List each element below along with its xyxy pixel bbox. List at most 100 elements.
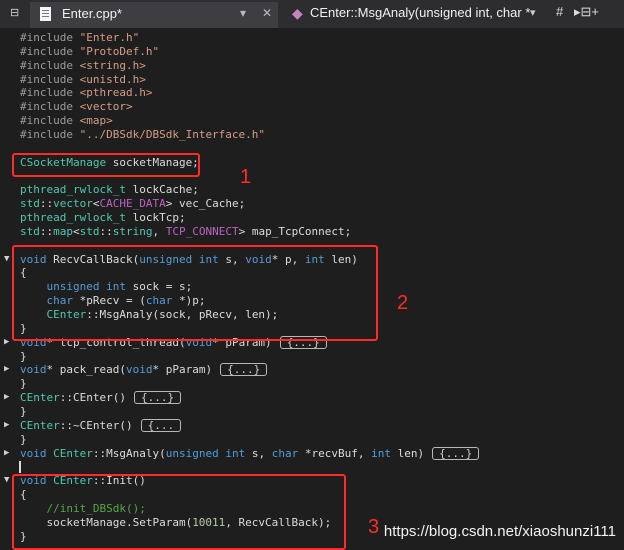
fold-collapsed-icon[interactable]: ▶ (4, 420, 9, 430)
code-token: > map_TcpConnect; (238, 224, 352, 238)
code-token: } (20, 432, 27, 446)
code-line[interactable]: CEnter::~CEnter() {... (20, 418, 182, 433)
collapsed-region-indicator[interactable]: {...} (432, 446, 480, 460)
code-token: } (20, 349, 27, 363)
code-token: lockTcp; (125, 211, 186, 225)
code-token: len) (390, 446, 425, 460)
code-line[interactable]: } (20, 433, 27, 447)
code-token: vector (53, 197, 93, 211)
code-token: <unistd.h> (79, 72, 146, 86)
fold-collapsed-icon[interactable]: ▶ (4, 392, 9, 402)
code-token: void (20, 363, 47, 377)
code-token: :: (39, 197, 54, 211)
tab-close-icon[interactable]: ✕ (262, 6, 272, 20)
code-token: #include (20, 114, 80, 128)
code-line[interactable]: } (20, 377, 27, 391)
annotation-number-1: 1 (240, 166, 252, 188)
collapsed-region-indicator[interactable]: {...} (220, 363, 268, 377)
collapsed-region-indicator[interactable]: {... (140, 418, 182, 432)
code-token: ::~CEnter() (59, 418, 133, 432)
code-token: <map> (79, 114, 113, 128)
code-line[interactable]: std::map<std::string, TCP_CONNECT> map_T… (20, 225, 351, 239)
code-token: pthread_rwlock_t (20, 211, 126, 225)
text-cursor (19, 461, 21, 474)
code-token: :: (99, 224, 113, 238)
code-token: CEnter (20, 418, 60, 432)
code-token: #include (20, 72, 80, 86)
code-token: } (20, 404, 27, 418)
hash-button[interactable]: # (556, 4, 563, 19)
code-token: < (92, 197, 100, 211)
collapsed-region-indicator[interactable]: {...} (133, 391, 182, 405)
code-token: *recvBuf, (298, 446, 372, 460)
code-token: } (20, 377, 27, 391)
code-token: #include (20, 86, 80, 100)
code-line[interactable]: #include <vector> (20, 100, 133, 114)
code-token: map (53, 224, 73, 238)
member-navigation-dropdown[interactable]: ◆ CEnter::MsgAnaly(unsigned int, char *.… (290, 2, 548, 26)
code-line[interactable]: std::vector<CACHE_DATA> vec_Cache; (20, 197, 245, 211)
code-token: "ProtoDef.h" (79, 44, 160, 58)
code-line[interactable]: #include "Enter.h" (20, 31, 139, 45)
code-token: "../DBSdk/DBSdk_Interface.h" (79, 127, 266, 141)
code-token: pthread_rwlock_t (20, 183, 126, 197)
file-tab-label: Enter.cpp* (62, 6, 122, 21)
code-token: std (20, 197, 40, 211)
code-token: std (79, 224, 100, 238)
code-token: s, (245, 446, 272, 460)
code-token: CEnter (20, 391, 60, 405)
code-line[interactable]: #include "../DBSdk/DBSdk_Interface.h" (20, 128, 265, 142)
code-token: * pParam) (152, 363, 213, 377)
code-token: #include (20, 58, 80, 72)
code-line[interactable]: #include "ProtoDef.h" (20, 45, 159, 59)
highlight-box-1 (12, 153, 200, 177)
code-token: <pthread.h> (79, 86, 153, 100)
code-token: std (20, 224, 40, 238)
code-line[interactable]: CEnter::CEnter() {...} (20, 391, 182, 405)
code-token: void (125, 363, 153, 377)
code-token: ::MsgAnaly( (92, 446, 166, 460)
code-line[interactable]: #include <string.h> (20, 59, 146, 73)
code-line[interactable]: void* pack_read(void* pParam) {...} (20, 363, 268, 377)
annotation-number-3: 3 (368, 516, 380, 538)
code-token: #include (20, 31, 80, 44)
code-token: char (271, 446, 299, 460)
code-token: lockCache; (125, 183, 199, 197)
code-line[interactable]: } (20, 350, 27, 364)
code-token: #include (20, 44, 80, 58)
code-line[interactable]: #include <unistd.h> (20, 73, 146, 87)
code-token: unsigned int (165, 446, 246, 460)
code-token: void (20, 446, 47, 460)
watermark-url: https://blog.csdn.net/xiaoshunzi111 (383, 523, 616, 540)
method-icon: ◆ (292, 5, 303, 21)
code-line[interactable]: pthread_rwlock_t lockTcp; (20, 211, 186, 225)
fold-collapsed-icon[interactable]: ▶ (4, 448, 9, 458)
document-tab-bar: ⊟ Enter.cpp* ▾ ✕ ◆ CEnter::MsgAnaly(unsi… (0, 0, 624, 30)
code-line[interactable]: void CEnter::MsgAnaly(unsigned int s, ch… (20, 446, 480, 461)
code-line[interactable]: pthread_rwlock_t lockCache; (20, 183, 199, 197)
highlight-box-3 (12, 474, 346, 550)
pin-icon[interactable]: ⊟ (10, 6, 19, 19)
code-token: ::CEnter() (59, 391, 126, 405)
code-line[interactable]: #include <pthread.h> (20, 86, 152, 100)
code-token: <vector> (79, 100, 133, 114)
code-line[interactable]: } (20, 405, 27, 419)
fold-expanded-icon[interactable]: ▼ (4, 254, 9, 264)
code-token: , (152, 224, 166, 238)
chevron-down-icon[interactable]: ▾ (530, 6, 536, 19)
file-tab-enter-cpp[interactable]: Enter.cpp* ▾ ✕ (30, 2, 278, 30)
highlight-box-2 (12, 245, 378, 341)
annotation-number-2: 2 (397, 292, 409, 314)
code-token: #include (20, 100, 80, 114)
fold-expanded-icon[interactable]: ▼ (4, 475, 9, 485)
code-token: * pack_read( (46, 363, 126, 377)
split-editor-button[interactable]: ▸⊟+ (574, 4, 599, 20)
code-token: :: (39, 224, 54, 238)
fold-collapsed-icon[interactable]: ▶ (4, 337, 9, 347)
fold-collapsed-icon[interactable]: ▶ (4, 364, 9, 374)
code-token: string (112, 224, 153, 238)
tab-dropdown-icon[interactable]: ▾ (240, 6, 246, 20)
code-token: CACHE_DATA (99, 197, 166, 211)
code-line[interactable]: #include <map> (20, 114, 113, 128)
code-token: > vec_Cache; (165, 197, 246, 211)
